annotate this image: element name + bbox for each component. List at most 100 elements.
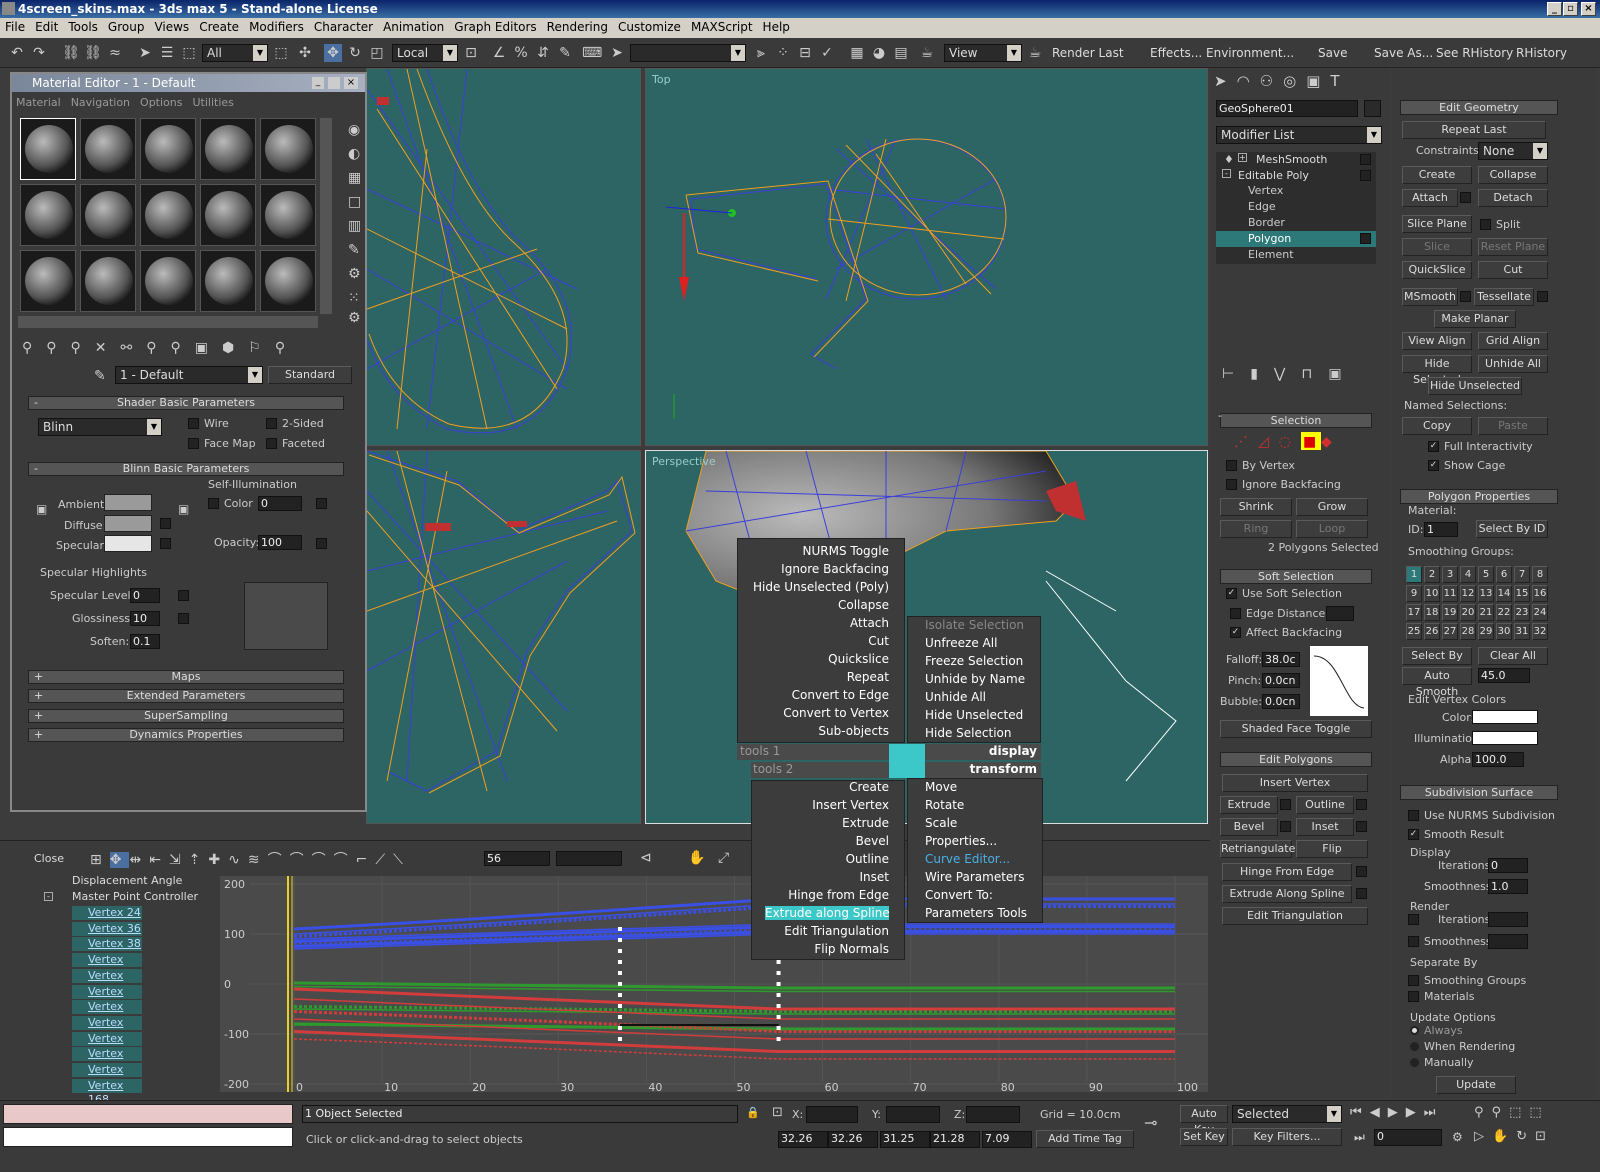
diffuse-map-button[interactable] xyxy=(160,518,171,529)
tree-vertex-track[interactable]: Vertex 24 xyxy=(72,906,142,920)
quick-render-icon[interactable]: ☕ xyxy=(918,44,936,62)
affect-backfacing-checkbox[interactable]: ✓ xyxy=(1230,627,1241,638)
select-rotate-icon[interactable]: ↻ xyxy=(346,44,364,62)
pick-material-icon[interactable]: ✎ xyxy=(94,368,106,384)
material-name-field[interactable]: 1 - Default ▼ xyxy=(115,366,263,384)
material-sample-slot[interactable] xyxy=(200,250,256,312)
subdivision-surface-rollout[interactable]: Subdivision Surface xyxy=(1400,785,1558,800)
quad-menu-item[interactable]: Convert to Vertex xyxy=(739,706,889,720)
stack-vertex[interactable]: Vertex xyxy=(1248,184,1283,197)
hinge-settings-button[interactable] xyxy=(1356,866,1367,877)
set-key-button[interactable]: Set Key xyxy=(1180,1128,1228,1146)
tree-vertex-track[interactable]: Vertex 168 xyxy=(72,1078,142,1106)
smoothing-group-button[interactable]: 22 xyxy=(1496,604,1512,621)
insert-vertex-button[interactable]: Insert Vertex xyxy=(1222,774,1368,792)
scale-keys-icon[interactable]: ⇲ xyxy=(169,852,189,868)
self-illum-value[interactable]: 0 xyxy=(258,496,302,511)
tree-vertex-track[interactable]: Vertex 113 xyxy=(72,968,142,996)
tangent-slow-icon[interactable]: ⌒ xyxy=(334,852,356,868)
quad-menu-item[interactable]: Curve Editor... xyxy=(925,852,1037,866)
smoothing-group-button[interactable]: 23 xyxy=(1514,604,1530,621)
smoothing-group-button[interactable]: 4 xyxy=(1460,566,1476,583)
shrink-button[interactable]: Shrink xyxy=(1220,498,1292,516)
save-as-button[interactable]: Save As... xyxy=(1374,46,1433,60)
polygon-toggle[interactable] xyxy=(1360,233,1371,244)
select-by-id-button[interactable]: Select By ID xyxy=(1476,520,1548,538)
quad-menu-item[interactable]: Unhide by Name xyxy=(925,672,1037,686)
opacity-value[interactable]: 100 xyxy=(258,535,302,550)
menu-rendering[interactable]: Rendering xyxy=(542,18,613,36)
make-unique-icon[interactable]: ⋁ xyxy=(1274,366,1301,382)
see-rhistory-button[interactable]: See RHistory xyxy=(1436,46,1513,60)
render-smoothness-checkbox[interactable] xyxy=(1408,936,1419,947)
select-by-material-icon[interactable]: ⁙ xyxy=(348,290,360,306)
select-object-icon[interactable]: ➤ xyxy=(136,44,154,62)
key-mode-dropdown[interactable]: Selected ▼ xyxy=(1232,1105,1342,1123)
material-sample-slot[interactable] xyxy=(20,250,76,312)
ignore-backfacing-checkbox[interactable] xyxy=(1226,479,1237,490)
modifier-list-dropdown[interactable]: Modifier List ▼ xyxy=(1216,126,1382,144)
reset-plane-button[interactable]: Reset Plane xyxy=(1478,238,1548,256)
maxscript-listener-mini[interactable] xyxy=(3,1104,293,1124)
smoothing-group-button[interactable]: 17 xyxy=(1406,604,1422,621)
tree-displacement-angle[interactable]: Displacement Angle xyxy=(72,874,182,887)
quad-menu-item[interactable]: Hinge from Edge xyxy=(765,888,889,902)
pan-view-icon[interactable]: ✋ xyxy=(1492,1129,1516,1144)
menu-animation[interactable]: Animation xyxy=(378,18,449,36)
smoothing-group-button[interactable]: 3 xyxy=(1442,566,1458,583)
video-color-check-icon[interactable]: ▥ xyxy=(348,218,361,234)
ambient-color-swatch[interactable] xyxy=(104,494,152,511)
material-editor-maximize[interactable] xyxy=(328,77,340,89)
render-scene-icon[interactable]: ▤ xyxy=(892,44,910,62)
rhistory-button[interactable]: RHistory xyxy=(1516,46,1567,60)
slide-keys-icon[interactable]: ⇤ xyxy=(149,852,169,868)
when-rendering-radio[interactable] xyxy=(1410,1042,1419,1051)
outline-button[interactable]: Outline xyxy=(1296,796,1354,814)
collapse-icon[interactable]: - xyxy=(1222,169,1231,178)
move-keys-horizontal-icon[interactable]: ⇹ xyxy=(129,852,149,868)
self-illum-color-checkbox[interactable] xyxy=(208,498,219,509)
specular-map-button[interactable] xyxy=(160,538,171,549)
display-tab-icon[interactable]: ▣ xyxy=(1306,72,1330,90)
tangent-fast-icon[interactable]: ⌒ xyxy=(312,852,334,868)
slice-button[interactable]: Slice xyxy=(1402,238,1472,256)
quickslice-button[interactable]: QuickSlice xyxy=(1402,261,1472,279)
always-radio[interactable] xyxy=(1410,1026,1419,1035)
quad-menu-item[interactable]: Unfreeze All xyxy=(925,636,1037,650)
tangent-step-icon[interactable]: ⌐ xyxy=(356,852,376,868)
quad-menu-item[interactable]: NURMS Toggle xyxy=(739,544,889,558)
face-map-checkbox[interactable] xyxy=(188,438,199,449)
ring-button[interactable]: Ring xyxy=(1220,520,1292,538)
glossiness-map-button[interactable] xyxy=(178,613,189,624)
pivot-center-icon[interactable]: ⊡ xyxy=(462,44,480,62)
cut-button[interactable]: Cut xyxy=(1478,261,1548,279)
quad-menu-item[interactable]: Quickslice xyxy=(739,652,889,666)
put-to-library-icon[interactable]: ⚲ xyxy=(146,340,170,356)
collapse-icon[interactable]: - xyxy=(1218,409,1222,422)
border-level-icon[interactable]: ◌ xyxy=(1279,434,1301,450)
go-to-start-icon[interactable]: ⏮ xyxy=(1350,1105,1370,1120)
hide-unselected-button[interactable]: Hide Unselected xyxy=(1428,377,1522,395)
sample-slots-scrollbar[interactable] xyxy=(320,118,332,314)
spec-level-value[interactable]: 0 xyxy=(130,588,160,603)
glossiness-value[interactable]: 10 xyxy=(130,611,160,626)
render-iterations-checkbox[interactable] xyxy=(1408,914,1419,925)
tree-vertex-track[interactable]: Vertex 163 xyxy=(72,1000,142,1027)
material-id-field[interactable]: 1 xyxy=(1424,522,1458,537)
tree-vertex-track[interactable]: Vertex 38 xyxy=(72,937,142,952)
falloff-field[interactable]: 38.0c xyxy=(1262,652,1300,667)
reference-coord-dropdown[interactable]: Local ▼ xyxy=(392,44,458,62)
menu-tools[interactable]: Tools xyxy=(63,18,103,36)
material-sample-slot[interactable] xyxy=(80,250,136,312)
render-smoothness-field[interactable] xyxy=(1488,934,1528,949)
faceted-checkbox[interactable] xyxy=(266,438,277,449)
go-to-parent-icon[interactable]: ⚐ xyxy=(248,340,275,356)
mirror-select-icon[interactable]: ➤ xyxy=(608,44,626,62)
tree-master-point-controller[interactable]: Master Point Controller xyxy=(72,890,198,903)
slice-plane-button[interactable]: Slice Plane xyxy=(1402,215,1472,233)
smoothing-group-button[interactable]: 20 xyxy=(1460,604,1476,621)
show-tangents-icon[interactable]: ⊲ xyxy=(640,850,652,866)
snap-icon[interactable]: ✣ xyxy=(296,44,314,62)
select-scale-icon[interactable]: ◰ xyxy=(368,44,386,62)
repeat-last-button[interactable]: Repeat Last xyxy=(1402,121,1546,139)
